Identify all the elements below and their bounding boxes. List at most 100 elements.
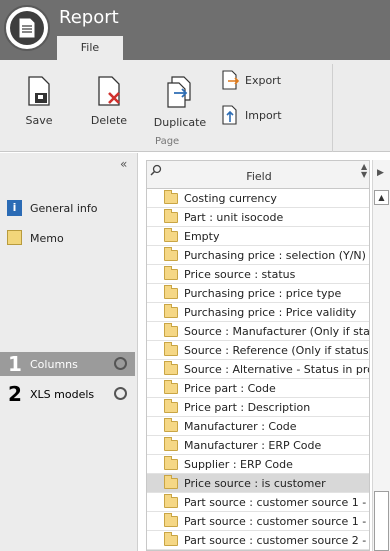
export-button[interactable]: Export [220,70,320,90]
duplicate-button[interactable]: Duplicate [144,74,216,136]
export-label: Export [245,74,282,87]
table-row[interactable]: Supplier : ERP Code [147,455,369,474]
row-label: Costing currency [184,192,277,205]
folder-icon [164,513,178,527]
folder-icon [164,228,178,242]
step-label: XLS models [30,388,95,401]
chevron-right-icon[interactable]: ▶ [377,168,384,178]
import-icon [222,105,237,125]
folder-icon [164,266,178,280]
table-row[interactable]: Costing currency [147,189,369,208]
table-row[interactable]: Price source : is customer [147,474,369,493]
field-grid: Field ▲ ▼ Costing currency Part : unit iso… [146,160,370,551]
ribbon: Save Delete Duplicate Export Import Page [0,60,390,152]
memo-icon [7,230,22,245]
row-label: Source : Alternative - Status in progr [184,363,370,376]
column-header-field[interactable]: Field [147,170,369,183]
nav-item-memo[interactable]: Memo [0,228,135,250]
collapse-panel-icon[interactable]: « [120,157,127,171]
table-row[interactable]: Price part : Description [147,398,369,417]
tab-file[interactable]: File [57,36,123,60]
app-menu-button[interactable] [4,5,50,51]
info-icon: i [7,200,22,216]
app-title: Report [59,7,119,28]
folder-icon [164,456,178,470]
row-label: Part : unit isocode [184,211,284,224]
delete-label: Delete [90,114,128,127]
table-row[interactable]: Price part : Code [147,379,369,398]
folder-icon [164,323,178,337]
row-label: Purchasing price : selection (Y/N) [184,249,366,262]
nav-item-label: Memo [30,232,64,245]
table-row[interactable]: Purchasing price : price type [147,284,369,303]
scroll-thumb[interactable] [374,491,389,551]
row-label: Manufacturer : Code [184,420,297,433]
ribbon-group-label: Page [155,136,180,147]
row-label: Price source : status [184,268,296,281]
table-row[interactable]: Empty [147,227,369,246]
folder-icon [164,285,178,299]
step-radio[interactable] [114,387,127,400]
step-label: Columns [30,358,78,371]
report-document-icon [10,11,44,45]
nav-item-general-info[interactable]: i General info [0,198,135,220]
step-xls-models[interactable]: 2 XLS models [0,382,135,406]
save-button[interactable]: Save [4,74,74,134]
table-row[interactable]: Source : Alternative - Status in progr [147,360,370,379]
row-label: Source : Manufacturer (Only if status [184,325,370,338]
folder-icon [164,304,178,318]
vertical-scrollbar[interactable]: ▶ ▲ [372,160,390,551]
folder-icon [164,361,178,375]
table-row[interactable]: Part source : customer source 1 - mp [147,512,370,531]
row-label: Source : Reference (Only if status is [184,344,370,357]
table-row[interactable]: Manufacturer : ERP Code [147,436,369,455]
scroll-up-button[interactable]: ▲ [374,190,389,205]
folder-icon [164,475,178,489]
folder-icon [164,532,178,546]
folder-icon [164,209,178,223]
row-label: Price source : is customer [184,477,326,490]
table-row[interactable]: Purchasing price : selection (Y/N) [147,246,369,265]
field-list: Costing currency Part : unit isocode Empty… [147,189,370,550]
table-row[interactable]: Source : Reference (Only if status is [147,341,370,360]
table-row[interactable]: Part : unit isocode [147,208,369,227]
table-row[interactable]: Price source : status [147,265,369,284]
import-button[interactable]: Import [220,105,320,125]
sort-icon[interactable]: ▲ ▼ [361,163,367,179]
import-label: Import [245,109,282,122]
folder-icon [164,494,178,508]
table-row[interactable]: Purchasing price : Price validity [147,303,369,322]
row-label: Manufacturer : ERP Code [184,439,322,452]
table-row[interactable]: Part source : customer source 1 - ma [147,493,370,512]
folder-icon [164,418,178,432]
folder-icon [164,437,178,451]
step-columns[interactable]: 1 Columns [0,352,135,376]
folder-icon [164,399,178,413]
row-label: Price part : Code [184,382,276,395]
delete-icon [98,76,120,106]
left-panel: « i General info Memo 1 Columns 2 XLS mo… [0,153,138,551]
folder-icon [164,342,178,356]
row-label: Part source : customer source 1 - mp [184,515,370,528]
row-label: Price part : Description [184,401,311,414]
row-label: Supplier : ERP Code [184,458,293,471]
folder-icon [164,380,178,394]
step-radio[interactable] [114,357,127,370]
row-label: Empty [184,230,220,243]
ribbon-separator [332,64,333,152]
app-header: Report File [0,0,390,60]
duplicate-icon [167,76,191,108]
table-row[interactable]: Source : Manufacturer (Only if status [147,322,370,341]
table-row[interactable]: Manufacturer : Code [147,417,369,436]
duplicate-label: Duplicate [153,116,207,129]
step-number: 2 [8,382,22,406]
row-label: Part source : customer source 1 - ma [184,496,370,509]
folder-icon [164,247,178,261]
delete-button[interactable]: Delete [74,74,144,134]
save-label: Save [25,114,53,127]
step-number: 1 [8,352,22,376]
folder-icon [164,190,178,204]
table-row[interactable]: Part source : customer source 2 - ma [147,531,369,550]
row-label: Purchasing price : price type [184,287,342,300]
grid-header: Field ▲ ▼ [147,161,369,189]
